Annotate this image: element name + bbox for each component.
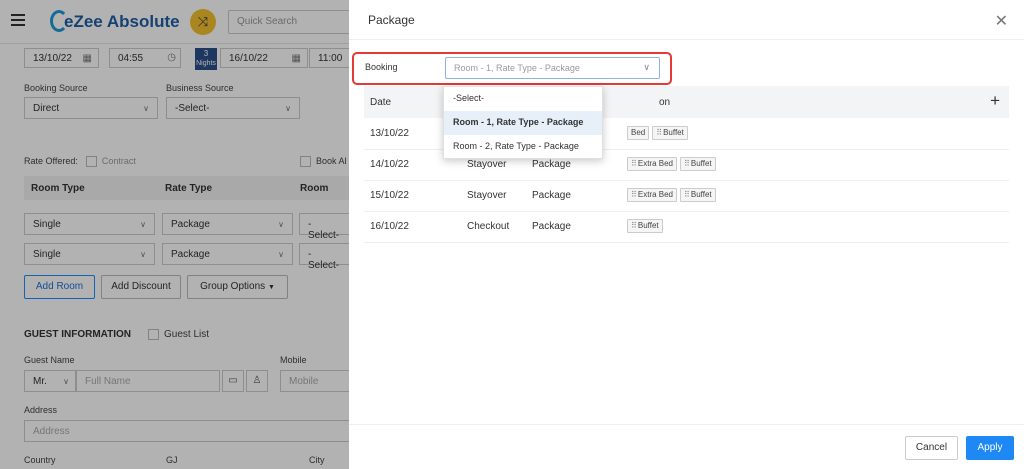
cancel-button[interactable]: Cancel	[905, 436, 958, 460]
item-tag: ⠿Buffet	[680, 157, 716, 171]
row-rate-type: Package	[532, 190, 571, 201]
booking-select-value: Room - 1, Rate Type - Package	[454, 63, 580, 73]
row-rate-type: Package	[532, 221, 571, 232]
dropdown-option-select[interactable]: -Select-	[444, 87, 602, 111]
dropdown-option-room-1[interactable]: Room - 1, Rate Type - Package	[444, 111, 602, 135]
drag-handle-icon: ⠿	[631, 190, 637, 199]
row-items: ⠿Extra Bed ⠿Buffet	[627, 157, 719, 171]
booking-dropdown-menu: -Select- Room - 1, Rate Type - Package R…	[443, 86, 603, 159]
panel-title: Package	[368, 13, 415, 27]
row-items: Bed ⠿Buffet	[627, 126, 691, 140]
row-date: 16/10/22	[370, 221, 409, 232]
drag-handle-icon: ⠿	[684, 190, 690, 199]
item-tag-label: Buffet	[637, 221, 659, 230]
drag-handle-icon: ⠿	[631, 221, 637, 230]
dropdown-option-room-2[interactable]: Room - 2, Rate Type - Package	[444, 135, 602, 159]
modal-backdrop[interactable]	[0, 0, 349, 469]
row-date: 15/10/22	[370, 190, 409, 201]
item-tag: Bed	[627, 126, 650, 140]
row-stay-type: Checkout	[467, 221, 510, 232]
row-rate-type: Package	[532, 159, 571, 170]
item-tag: ⠿Buffet	[627, 219, 663, 233]
column-description: on	[659, 97, 671, 108]
item-tag: ⠿Extra Bed	[627, 157, 677, 171]
item-tag-label: Extra Bed	[637, 159, 673, 168]
item-tag-label: Buffet	[690, 159, 712, 168]
close-icon[interactable]: ✕	[995, 11, 1008, 31]
booking-select[interactable]: Room - 1, Rate Type - Package ∨	[445, 57, 660, 79]
column-date: Date	[370, 97, 392, 108]
chevron-down-icon: ∨	[643, 62, 650, 72]
drag-handle-icon: ⠿	[684, 159, 690, 168]
row-items: ⠿Extra Bed ⠿Buffet	[627, 188, 719, 202]
add-icon[interactable]: +	[990, 91, 1000, 111]
panel-footer: Cancel Apply	[349, 424, 1024, 469]
drag-handle-icon: ⠿	[631, 159, 637, 168]
item-tag: ⠿Extra Bed	[627, 188, 677, 202]
item-tag-label: Buffet	[663, 128, 684, 137]
item-tag: ⠿Buffet	[652, 126, 688, 140]
row-date: 14/10/22	[370, 159, 409, 170]
table-row: 16/10/22 Checkout Package ⠿Buffet	[364, 212, 1009, 243]
item-tag-label: Bed	[631, 128, 646, 137]
row-date: 13/10/22	[370, 128, 409, 139]
booking-label: Booking	[365, 62, 398, 72]
row-items: ⠿Buffet	[627, 219, 666, 233]
table-row: 15/10/22 Stayover Package ⠿Extra Bed ⠿Buf…	[364, 181, 1009, 212]
item-tag: ⠿Buffet	[680, 188, 716, 202]
package-panel: Package ✕ Booking Room - 1, Rate Type - …	[349, 0, 1024, 469]
panel-header: Package ✕	[349, 0, 1024, 40]
item-tag-label: Buffet	[690, 190, 712, 199]
item-tag-label: Extra Bed	[637, 190, 673, 199]
apply-button[interactable]: Apply	[966, 436, 1014, 460]
drag-handle-icon: ⠿	[656, 128, 663, 137]
row-stay-type: Stayover	[467, 190, 507, 201]
row-stay-type: Stayover	[467, 159, 507, 170]
